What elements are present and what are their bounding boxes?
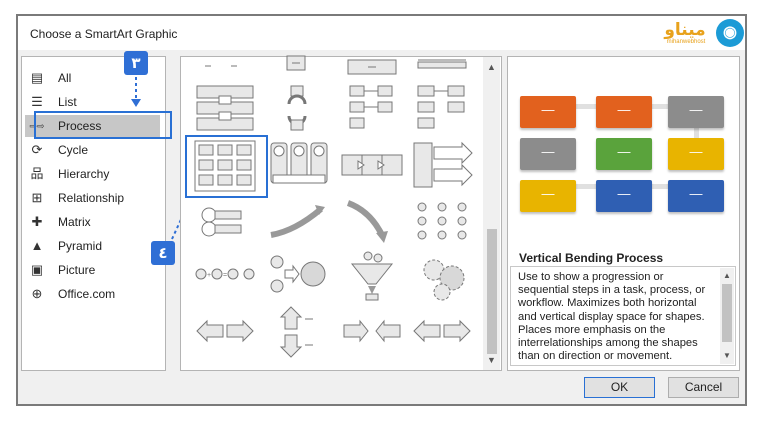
brand-logo: میناو mihanwebhost ◉	[656, 19, 748, 47]
category-label: Cycle	[58, 143, 89, 157]
description-text: Use to show a progression or sequential …	[518, 271, 706, 363]
layout-thumb[interactable]	[193, 80, 257, 134]
layout-thumb[interactable]	[410, 305, 474, 359]
layout-thumb[interactable]	[265, 80, 329, 134]
category-list: ▤ All ☰ List ⇨⇨ Process ⟳ Cycle 品 Hierar…	[21, 56, 166, 371]
preview-box-gold-2: —	[520, 180, 576, 212]
layout-thumb[interactable]	[340, 80, 404, 134]
description-scrollbar[interactable]: ▲ ▼	[720, 268, 734, 364]
category-label: List	[58, 95, 77, 109]
layout-thumb[interactable]	[340, 139, 404, 193]
globe-icon: ⊕	[31, 286, 43, 301]
preview-box-gray-1: —	[668, 96, 724, 128]
step-3-arrow-icon	[131, 77, 141, 107]
step-3-badge: ٣	[124, 51, 148, 75]
all-icon: ▤	[30, 70, 44, 85]
preview-box-gold-1: —	[668, 138, 724, 170]
layout-thumb[interactable]	[265, 248, 329, 302]
layout-thumb[interactable]	[412, 139, 476, 193]
scrollbar-thumb[interactable]	[487, 229, 497, 354]
category-pyramid[interactable]: ▲ Pyramid	[25, 235, 160, 257]
category-label: Office.com	[58, 287, 116, 301]
category-office-com[interactable]: ⊕ Office.com	[25, 283, 160, 305]
layout-thumb[interactable]	[410, 195, 474, 249]
pyramid-icon: ▲	[30, 238, 44, 253]
picture-icon: ▣	[30, 262, 44, 277]
preview-box-blue-2: —	[668, 180, 724, 212]
preview-box-gray-2: —	[520, 138, 576, 170]
layout-thumb[interactable]	[410, 80, 474, 134]
category-label: Pyramid	[58, 239, 103, 253]
desc-scrollbar-thumb[interactable]	[722, 284, 732, 342]
matrix-icon: ✚	[31, 214, 43, 229]
hierarchy-icon: 品	[30, 166, 44, 181]
step-4-badge: ٤	[151, 241, 175, 265]
category-hierarchy[interactable]: 品 Hierarchy	[25, 163, 160, 185]
logo-text: میناو	[664, 20, 706, 40]
description-box[interactable]: Use to show a progression or sequential …	[510, 266, 736, 366]
layout-thumb[interactable]	[193, 305, 257, 359]
logo-subtext: mihanwebhost	[666, 39, 706, 45]
process-highlight-frame	[34, 111, 172, 139]
layout-thumb[interactable]	[412, 248, 476, 302]
preview-title: Vertical Bending Process	[519, 251, 664, 265]
category-label: Relationship	[58, 191, 125, 205]
svg-text:+: +	[207, 272, 211, 279]
selected-layout-highlight-frame	[185, 135, 268, 198]
layout-thumb[interactable]	[265, 195, 329, 249]
category-matrix[interactable]: ✚ Matrix	[25, 211, 160, 233]
category-picture[interactable]: ▣ Picture	[25, 259, 160, 281]
ok-button[interactable]: OK	[584, 377, 655, 398]
layout-thumb[interactable]	[340, 195, 404, 249]
layout-thumb[interactable]	[340, 305, 404, 359]
relationship-icon: ⊞	[31, 190, 43, 205]
category-cycle[interactable]: ⟳ Cycle	[25, 139, 160, 161]
svg-text:=: =	[223, 272, 227, 279]
layout-thumb[interactable]	[340, 248, 404, 302]
category-relationship[interactable]: ⊞ Relationship	[25, 187, 160, 209]
preview-box-blue-1: —	[596, 180, 652, 212]
layout-thumb[interactable]	[193, 195, 257, 249]
list-icon: ☰	[31, 94, 43, 109]
layout-thumb[interactable]: + =	[193, 248, 257, 302]
layout-thumb[interactable]	[267, 139, 331, 193]
category-label: Picture	[58, 263, 96, 277]
category-label: Matrix	[58, 215, 91, 229]
desc-scroll-down-icon[interactable]: ▼	[720, 348, 734, 364]
layout-thumb[interactable]	[265, 305, 329, 359]
connector-line	[574, 184, 598, 189]
scroll-down-icon[interactable]: ▼	[483, 352, 500, 368]
desc-scroll-up-icon[interactable]: ▲	[720, 268, 734, 284]
preview-box-green: —	[596, 138, 652, 170]
preview-box-orange: —	[520, 96, 576, 128]
category-label: Hierarchy	[58, 167, 110, 181]
cancel-button[interactable]: Cancel	[668, 377, 739, 398]
category-label: All	[58, 71, 72, 85]
preview-box-red: —	[596, 96, 652, 128]
title-bar: Choose a SmartArt Graphic میناو mihanweb…	[18, 16, 745, 50]
dialog-title: Choose a SmartArt Graphic	[30, 27, 178, 41]
scroll-up-icon[interactable]: ▲	[483, 59, 500, 75]
logo-mark-icon: ◉	[716, 19, 744, 47]
gallery-scrollbar[interactable]: ▲ ▼	[483, 57, 500, 370]
cycle-icon: ⟳	[31, 142, 43, 157]
